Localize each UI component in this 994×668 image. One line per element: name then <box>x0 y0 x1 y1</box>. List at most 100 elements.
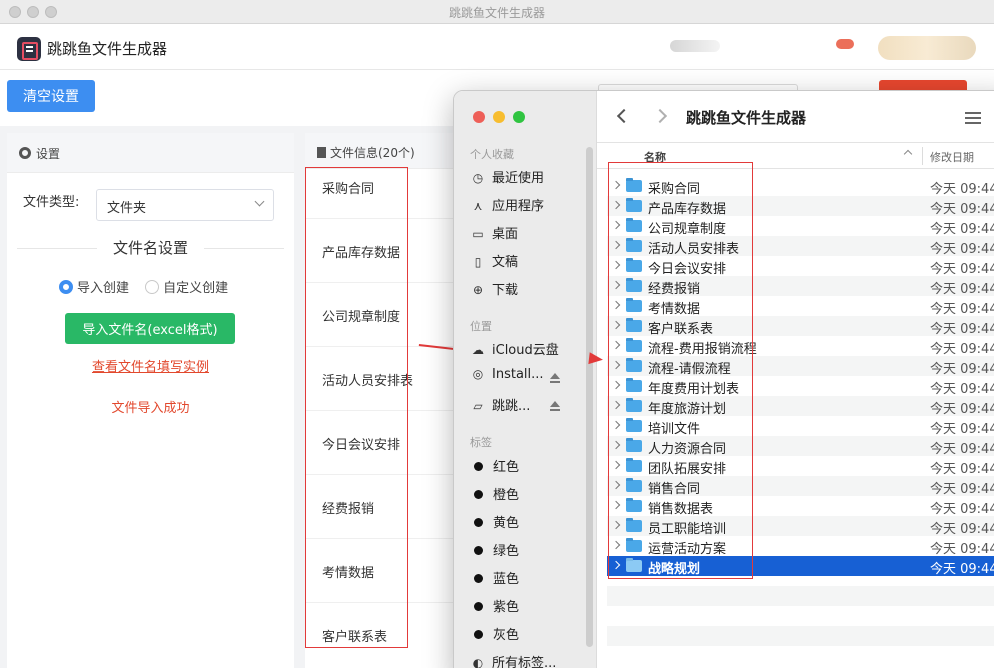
file-date: 今天 09:44 <box>930 382 994 397</box>
radio-import-label[interactable]: 导入创建 <box>77 281 129 296</box>
sidebar-item[interactable]: ⊕ 下载 <box>470 279 518 298</box>
clock-icon: ◷ <box>472 171 484 185</box>
empty-row <box>607 626 994 646</box>
filename-settings-title: 文件名设置 <box>7 237 294 258</box>
radio-custom-label[interactable]: 自定义创建 <box>163 281 228 296</box>
sidebar-item[interactable]: ▱ 跳跳... <box>470 395 530 414</box>
radio-custom-create[interactable] <box>145 280 160 294</box>
sidebar-item-label: 蓝色 <box>493 572 520 587</box>
tag-dot-icon <box>474 518 483 527</box>
radio-import-create[interactable] <box>59 280 73 294</box>
column-date[interactable]: 修改日期 <box>930 149 974 165</box>
import-status-text: 文件导入成功 <box>111 401 190 416</box>
import-filenames-button[interactable]: 导入文件名(excel格式) <box>65 313 235 344</box>
sidebar-item-label: 紫色 <box>493 600 520 615</box>
list-view-icon[interactable] <box>965 112 981 114</box>
file-date: 今天 09:44 <box>930 402 994 417</box>
file-date: 今天 09:44 <box>930 442 994 457</box>
cloud-icon: ☁ <box>472 343 484 357</box>
file-info-header: 文件信息(20个) <box>305 133 465 169</box>
finder-close-button[interactable] <box>473 111 485 123</box>
sidebar-item-all-tags[interactable]: ◐ 所有标签... <box>470 652 557 668</box>
sidebar-item[interactable]: 黄色 <box>470 512 519 531</box>
sidebar-item[interactable]: ◎ Install... <box>470 367 544 382</box>
sidebar-scrollbar[interactable] <box>586 147 593 647</box>
annotation-arrowhead <box>588 352 604 366</box>
tag-dot-icon <box>474 574 483 583</box>
file-type-select[interactable]: 文件夹 <box>96 189 274 221</box>
file-date: 今天 09:44 <box>930 522 994 537</box>
sidebar-item[interactable]: 灰色 <box>470 624 519 643</box>
tags-icon: ◐ <box>472 656 484 668</box>
file-date: 今天 09:44 <box>930 342 994 357</box>
download-icon: ⊕ <box>472 283 484 297</box>
sidebar-item[interactable]: ▯ 文稿 <box>470 251 518 270</box>
sidebar-item[interactable]: ◷ 最近使用 <box>470 167 544 186</box>
sidebar-item[interactable]: 红色 <box>470 456 519 475</box>
blurred-header-item <box>670 40 720 52</box>
document-icon: ▯ <box>474 255 482 269</box>
file-date: 今天 09:44 <box>930 462 994 477</box>
sidebar-item[interactable]: ⋏ 应用程序 <box>470 195 544 214</box>
eject-icon[interactable] <box>550 401 560 411</box>
sidebar-item-label: 黄色 <box>493 516 520 531</box>
desktop-icon: ▭ <box>472 227 484 241</box>
tag-dot-icon <box>474 462 483 471</box>
file-date: 今天 09:44 <box>930 202 994 217</box>
file-date: 今天 09:44 <box>930 262 994 277</box>
sidebar-item[interactable]: 橙色 <box>470 484 519 503</box>
file-date: 今天 09:44 <box>930 362 994 377</box>
annotation-box-right <box>608 162 753 579</box>
sidebar-item-label: 应用程序 <box>492 199 545 214</box>
chevron-down-icon <box>254 196 265 207</box>
sidebar-item[interactable]: ☁ iCloud云盘 <box>470 339 559 358</box>
tag-dot-icon <box>474 546 483 555</box>
file-date: 今天 09:44 <box>930 242 994 257</box>
finder-minimize-button[interactable] <box>493 111 505 123</box>
file-date: 今天 09:44 <box>930 302 994 317</box>
file-type-label: 文件类型: <box>23 195 80 210</box>
create-mode-radio-group: 导入创建 自定义创建 <box>59 277 240 296</box>
sidebar-item-label: iCloud云盘 <box>492 343 559 358</box>
file-date: 今天 09:44 <box>930 502 994 517</box>
sort-ascending-icon <box>903 149 913 159</box>
annotation-box-left <box>305 167 408 648</box>
finder-sidebar: 个人收藏 ◷ 最近使用 ⋏ 应用程序 ▭ 桌面 ▯ 文稿 ⊕ 下载位置 ☁ iCloud云盘 ◎ Insta… <box>454 91 597 668</box>
file-date: 今天 09:44 <box>930 482 994 497</box>
disk-icon: ◎ <box>472 367 484 381</box>
forward-icon[interactable] <box>652 108 668 124</box>
settings-header: 设置 <box>7 133 294 173</box>
file-date: 今天 09:44 <box>930 322 994 337</box>
sidebar-section-label: 个人收藏 <box>470 148 514 161</box>
sidebar-item-label: 桌面 <box>492 227 519 242</box>
finder-zoom-button[interactable] <box>513 111 525 123</box>
sidebar-item-label: Install... <box>492 367 544 382</box>
file-date: 今天 09:44 <box>930 282 994 297</box>
filename-example-link[interactable]: 查看文件名填写实例 <box>7 356 294 375</box>
blurred-user-button[interactable] <box>878 36 976 60</box>
sidebar-section-label: 标签 <box>470 436 492 449</box>
column-separator[interactable] <box>922 147 923 165</box>
app-logo-icon <box>17 37 41 61</box>
sidebar-item[interactable]: 绿色 <box>470 540 519 559</box>
sidebar-section-label: 位置 <box>470 320 492 333</box>
file-date: 今天 09:44 <box>930 422 994 437</box>
apps-icon: ⋏ <box>473 199 483 213</box>
tag-dot-icon <box>474 602 483 611</box>
sidebar-item-label: 文稿 <box>492 255 519 270</box>
back-icon[interactable] <box>616 108 632 124</box>
sidebar-item[interactable]: 蓝色 <box>470 568 519 587</box>
empty-row <box>607 586 994 606</box>
sidebar-item[interactable]: ▭ 桌面 <box>470 223 518 242</box>
sidebar-item[interactable]: 紫色 <box>470 596 519 615</box>
sidebar-item-label: 橙色 <box>493 488 520 503</box>
drive-icon: ▱ <box>473 399 483 413</box>
file-date: 今天 09:44 <box>930 562 994 577</box>
sidebar-item-label: 下载 <box>492 283 519 298</box>
window-title: 跳跳鱼文件生成器 <box>448 6 545 20</box>
clear-settings-button[interactable]: 清空设置 <box>7 80 95 112</box>
file-info-title: 文件信息(20个) <box>330 146 415 160</box>
eject-icon[interactable] <box>550 373 560 383</box>
sidebar-item-label: 绿色 <box>493 544 520 559</box>
app-titlebar: 跳跳鱼文件生成器 <box>0 0 994 24</box>
